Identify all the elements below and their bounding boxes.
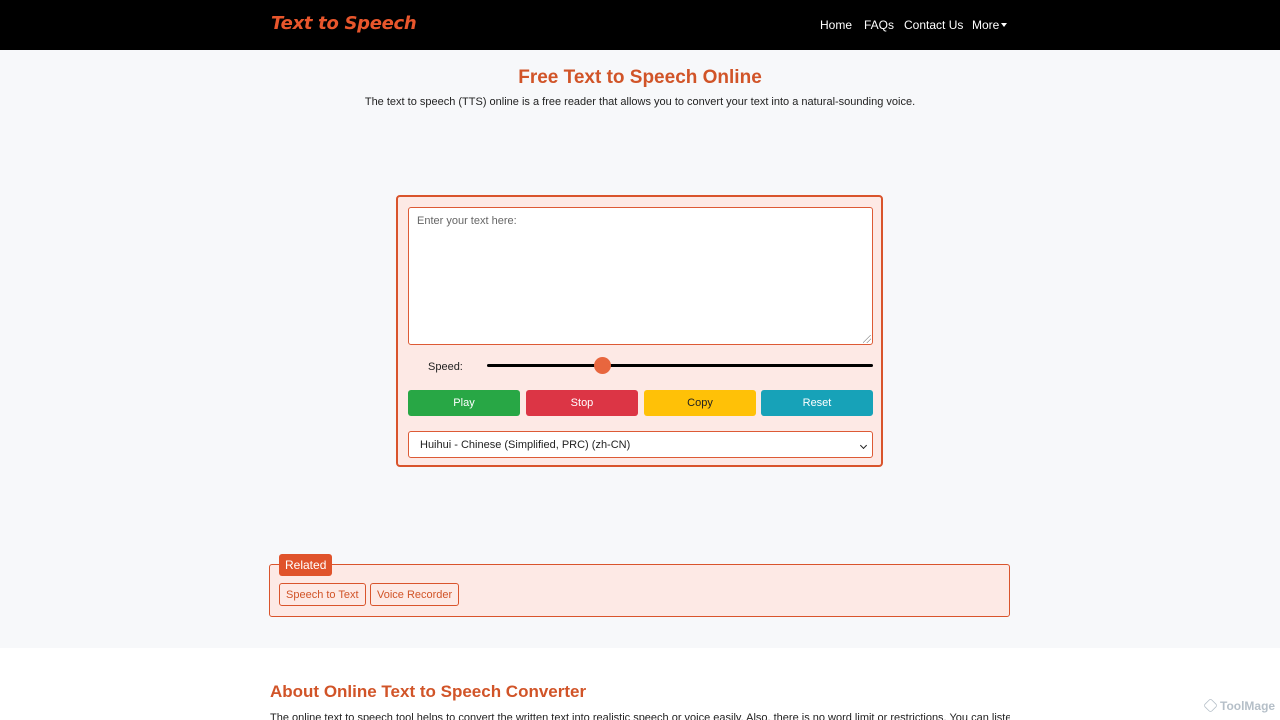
watermark-text: ToolMage: [1220, 699, 1275, 713]
about-section: [0, 648, 1280, 720]
voice-select[interactable]: Huihui - Chinese (Simplified, PRC) (zh-C…: [408, 431, 873, 458]
nav-link-contact-us[interactable]: Contact Us: [904, 18, 963, 34]
toolmage-logo-icon: [1203, 698, 1218, 713]
about-text: The online text to speech tool helps to …: [270, 712, 1010, 720]
nav-more-dropdown[interactable]: More: [972, 18, 1007, 34]
caret-down-icon: [1001, 23, 1007, 27]
nav-more-label: More: [972, 18, 999, 32]
page-title: Free Text to Speech Online: [0, 67, 1280, 89]
reset-button[interactable]: Reset: [761, 390, 873, 416]
nav-link-home[interactable]: Home: [820, 18, 852, 34]
chevron-down-icon: [860, 442, 867, 449]
page-subtitle: The text to speech (TTS) online is a fre…: [0, 96, 1280, 108]
speed-slider-thumb[interactable]: [594, 357, 611, 374]
play-button[interactable]: Play: [408, 390, 520, 416]
speed-label: Speed:: [428, 361, 463, 373]
speed-slider-track[interactable]: [487, 364, 873, 367]
related-link-speech-to-text[interactable]: Speech to Text: [279, 583, 366, 606]
watermark: ToolMage: [1204, 699, 1275, 713]
copy-button[interactable]: Copy: [644, 390, 756, 416]
text-input[interactable]: [408, 207, 873, 345]
related-badge: Related: [279, 554, 332, 576]
about-title: About Online Text to Speech Converter: [270, 682, 586, 702]
brand-logo[interactable]: Text to Speech: [271, 13, 416, 34]
stop-button[interactable]: Stop: [526, 390, 638, 416]
voice-select-value: Huihui - Chinese (Simplified, PRC) (zh-C…: [420, 439, 630, 451]
tts-tool-panel: Speed: Play Stop Copy Reset Huihui - Chi…: [396, 195, 883, 467]
related-link-voice-recorder[interactable]: Voice Recorder: [370, 583, 459, 606]
resize-grip-icon[interactable]: [863, 335, 871, 343]
nav-link-faqs[interactable]: FAQs: [864, 18, 894, 34]
top-navbar: Text to Speech Home FAQs Contact Us More: [0, 0, 1280, 50]
